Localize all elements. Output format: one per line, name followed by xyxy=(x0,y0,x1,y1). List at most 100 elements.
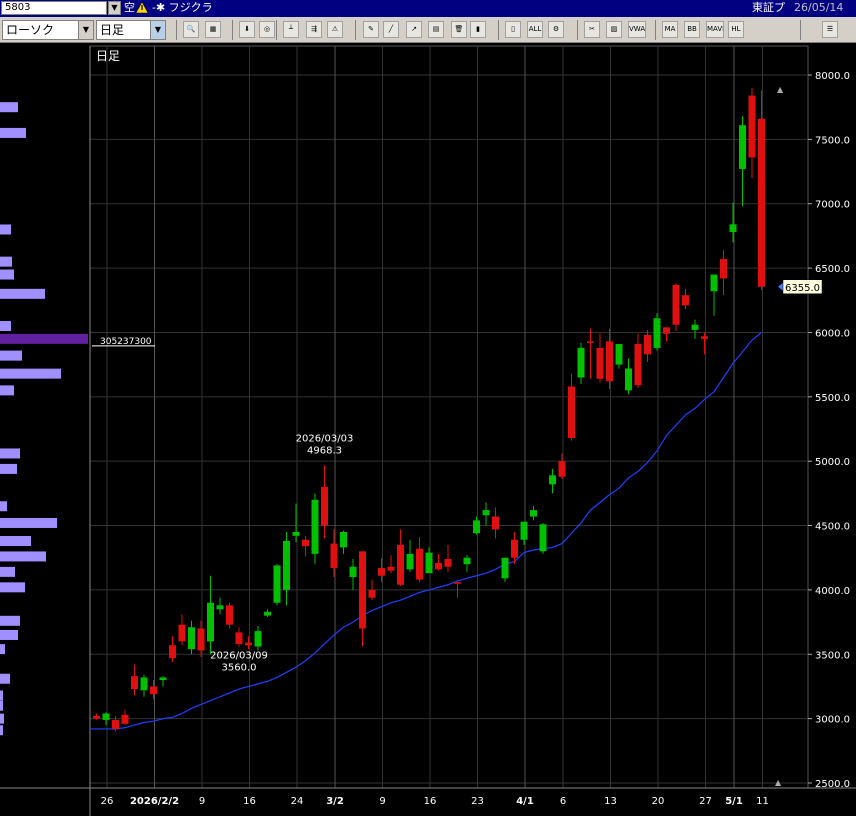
chart-type-select[interactable]: ローソク ▼ xyxy=(2,20,94,40)
x-tick-label: 9 xyxy=(379,796,385,807)
volume-profile-bar xyxy=(0,551,46,562)
candle-icon[interactable]: ▮ xyxy=(470,21,486,38)
hl-icon[interactable]: HL xyxy=(728,21,744,38)
vwap-icon[interactable]: VWAP xyxy=(628,21,646,38)
bars-icon[interactable]: ┴ xyxy=(283,21,299,38)
volume-profile-bar xyxy=(0,368,61,379)
candle-body xyxy=(748,95,756,158)
candle-body xyxy=(482,510,490,516)
candle-body xyxy=(112,719,119,729)
candle-body xyxy=(321,486,328,526)
chevron-down-icon[interactable]: ▼ xyxy=(150,21,165,39)
volume-profile-bar xyxy=(0,321,11,332)
candle xyxy=(625,358,632,395)
candle-body xyxy=(387,566,395,571)
candle-body xyxy=(444,559,452,567)
candle xyxy=(634,333,642,388)
price-chart[interactable]: 305237300 8000.0 7500.0 7000.0 6500.0 6000.0… xyxy=(0,44,856,816)
candle-body xyxy=(349,566,357,578)
candle-body xyxy=(739,125,746,169)
candle xyxy=(739,116,746,207)
candle-body xyxy=(682,295,689,306)
candle-body xyxy=(340,531,347,548)
candle xyxy=(216,597,224,615)
candle-body xyxy=(121,714,129,724)
candle-body xyxy=(435,562,442,570)
candle-body xyxy=(264,611,271,616)
candle-body xyxy=(102,713,110,720)
candle-body xyxy=(245,642,252,646)
candle xyxy=(178,614,186,646)
title-bar: 5803 ▼ 空 -✱ フジクラ 東証プ 26/05/14 xyxy=(0,0,856,17)
volume-profile-bar xyxy=(0,713,4,724)
candle xyxy=(682,288,689,310)
bb-icon[interactable]: BB xyxy=(684,21,700,38)
stock-name: -✱ フジクラ xyxy=(152,1,213,15)
y-tick-label: 7500.0 xyxy=(815,135,850,146)
arrow-tool-icon[interactable]: ↗ xyxy=(406,21,422,38)
candle-body xyxy=(558,461,566,477)
pen-icon[interactable]: ✎ xyxy=(363,21,379,38)
candle xyxy=(539,522,547,554)
scroll-up-icon[interactable]: ▲ xyxy=(777,85,784,94)
candle xyxy=(701,332,708,355)
layout-icon[interactable]: ☰ xyxy=(822,21,838,38)
stock-code-input[interactable]: 5803 xyxy=(1,1,107,15)
moving-average-line xyxy=(90,331,762,730)
candle xyxy=(121,709,129,726)
candle xyxy=(302,535,309,557)
trash-icon[interactable]: 🗑 xyxy=(451,21,467,38)
line-tool-icon[interactable]: ╱ xyxy=(383,21,399,38)
candle-body xyxy=(758,118,765,287)
candle-body xyxy=(720,259,727,279)
candle xyxy=(321,465,328,539)
palette-icon[interactable]: ▨ xyxy=(606,21,622,38)
scroll-down-icon[interactable]: ▲ xyxy=(775,778,782,787)
date-label: 26/05/14 xyxy=(794,1,844,14)
candle-body xyxy=(406,553,414,570)
ma-icon[interactable]: MA xyxy=(662,21,678,38)
candle-body xyxy=(416,548,423,580)
candle-body xyxy=(235,632,243,644)
annotation-value: 4968.3 xyxy=(307,445,342,456)
x-tick-label: 27 xyxy=(699,796,712,807)
zoom-icon[interactable]: 🔍 xyxy=(183,21,199,38)
candle xyxy=(758,90,765,290)
candle xyxy=(729,202,737,243)
candle-alt-icon[interactable]: ▯ xyxy=(505,21,521,38)
table-icon[interactable]: ▦ xyxy=(205,21,221,38)
all-icon[interactable]: ALL xyxy=(527,21,543,38)
candle-body xyxy=(663,327,670,334)
compare-icon[interactable]: ⇶ xyxy=(306,21,322,38)
candle xyxy=(558,453,566,480)
alert-icon[interactable]: ⚠ xyxy=(327,21,343,38)
candle xyxy=(444,544,452,572)
cursor-icon[interactable]: ⬇ xyxy=(239,21,255,38)
candle-body xyxy=(520,521,528,540)
stock-code-dropdown-button[interactable]: ▼ xyxy=(108,1,121,15)
candle-body xyxy=(368,589,376,598)
period-select[interactable]: 日足 ▼ xyxy=(96,20,166,40)
note-icon[interactable]: ▤ xyxy=(428,21,444,38)
chevron-down-icon[interactable]: ▼ xyxy=(78,21,93,39)
volume-peak-label: 305237300 xyxy=(100,337,152,347)
candle xyxy=(349,559,357,590)
volume-profile-bar xyxy=(0,501,7,512)
candle xyxy=(587,328,594,379)
candle-body xyxy=(539,524,547,552)
search-icon[interactable]: ◎ xyxy=(259,21,275,38)
exchange-label: 東証プ xyxy=(752,1,785,14)
candle xyxy=(226,602,233,629)
margin-indicator: 空 xyxy=(124,1,135,14)
y-tick-label: 5000.0 xyxy=(815,457,850,468)
volume-profile-bar xyxy=(0,269,14,280)
candle-body xyxy=(634,344,642,386)
mave-icon[interactable]: MAVE xyxy=(706,21,724,38)
settings-icon[interactable]: ⚙ xyxy=(548,21,564,38)
candle-body xyxy=(292,531,300,536)
volume-profile-bar xyxy=(0,350,22,361)
candle xyxy=(549,468,556,494)
candle xyxy=(102,712,110,726)
candle-body xyxy=(701,336,708,339)
wrench-icon[interactable]: ✂ xyxy=(584,21,600,38)
